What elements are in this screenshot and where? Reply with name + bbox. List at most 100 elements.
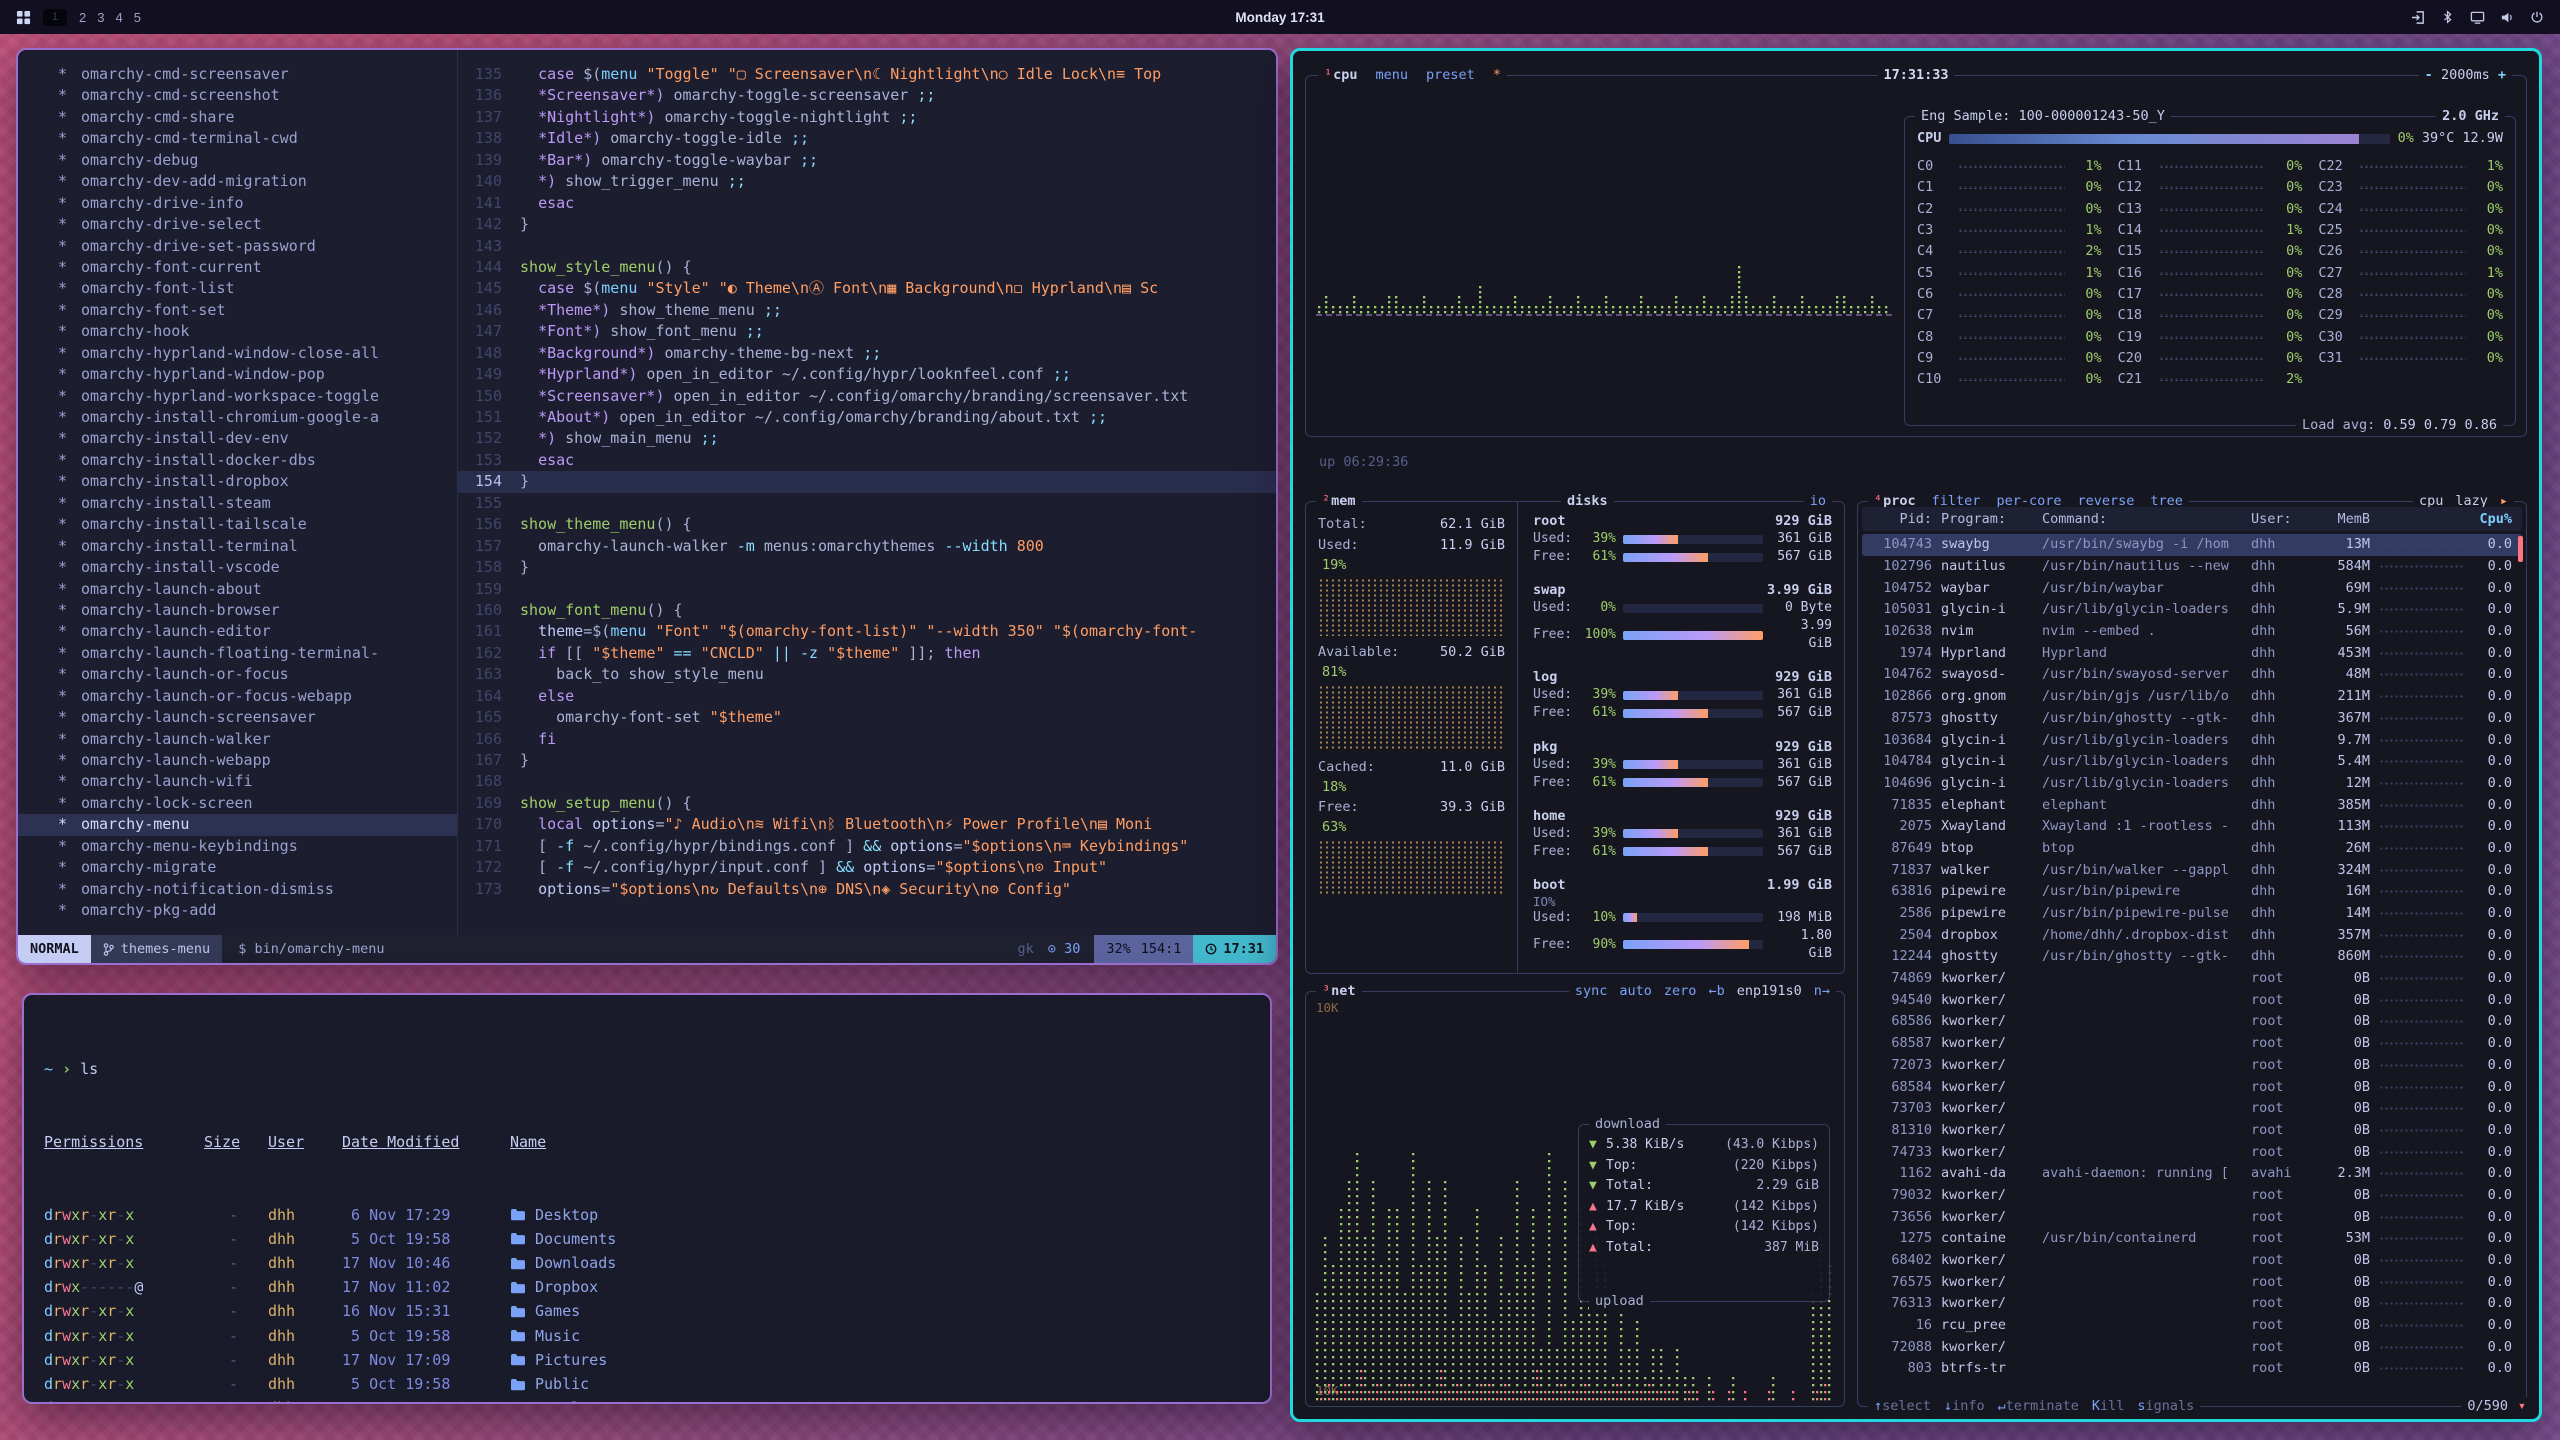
launcher-icon[interactable] [16, 10, 31, 25]
file-item[interactable]: *omarchy-menu-keybindings [18, 836, 457, 857]
process-row[interactable]: 68587kworker/root0B0.0 [1862, 1033, 2522, 1055]
volume-icon[interactable] [2500, 10, 2515, 25]
code-line[interactable]: 156show_theme_menu() { [458, 514, 1276, 535]
file-item[interactable]: *omarchy-launch-about [18, 579, 457, 600]
process-row[interactable]: 2075XwaylandXwayland :1 -rootless -dhh11… [1862, 816, 2522, 838]
file-item[interactable]: *omarchy-install-terminal [18, 536, 457, 557]
file-item[interactable]: *omarchy-dev-add-migration [18, 171, 457, 192]
file-item[interactable]: *omarchy-hyprland-window-close-all [18, 343, 457, 364]
process-row[interactable]: 68584kworker/root0B0.0 [1862, 1076, 2522, 1098]
code-line[interactable]: 164 else [458, 686, 1276, 707]
footer-hint[interactable]: ↵terminate [1998, 1397, 2079, 1416]
filename-cell[interactable]: Music [510, 1324, 1250, 1348]
process-row[interactable]: 72073kworker/root0B0.0 [1862, 1055, 2522, 1077]
workspace-number[interactable]: 2 [79, 10, 86, 25]
process-row[interactable]: 76313kworker/root0B0.0 [1862, 1293, 2522, 1315]
file-item[interactable]: *omarchy-notification-dismiss [18, 879, 457, 900]
process-row[interactable]: 94540kworker/root0B0.0 [1862, 989, 2522, 1011]
code-line[interactable]: 169show_setup_menu() { [458, 793, 1276, 814]
scrollbar-thumb[interactable] [2518, 536, 2523, 562]
file-item[interactable]: *omarchy-migrate [18, 857, 457, 878]
code-line[interactable]: 160show_font_menu() { [458, 600, 1276, 621]
interval-decrease[interactable]: - [2425, 67, 2433, 83]
workspace-number[interactable]: 5 [134, 10, 141, 25]
code-line[interactable]: 138 *Idle*) omarchy-toggle-idle ;; [458, 128, 1276, 149]
code-line[interactable]: 147 *Font*) show_font_menu ;; [458, 321, 1276, 342]
file-item[interactable]: *omarchy-lock-screen [18, 793, 457, 814]
col-memb[interactable]: MemB [2314, 510, 2370, 529]
process-row[interactable]: 102796nautilus/usr/bin/nautilus --newdhh… [1862, 556, 2522, 578]
file-item[interactable]: *omarchy-launch-browser [18, 600, 457, 621]
menu-button[interactable]: menu [1376, 66, 1409, 85]
scroll-down-icon[interactable]: ▾ [2514, 1397, 2530, 1416]
code-line[interactable]: 144show_style_menu() { [458, 257, 1276, 278]
file-item[interactable]: *omarchy-install-docker-dbs [18, 450, 457, 471]
terminal-window[interactable]: ~ › ls PermissionsSizeUserDate ModifiedN… [22, 993, 1272, 1404]
net-button[interactable]: enp191s0 [1737, 982, 1802, 1001]
process-row[interactable]: 103684glycin-i/usr/lib/glycin-loadersdhh… [1862, 729, 2522, 751]
file-item[interactable]: *omarchy-debug [18, 150, 457, 171]
code-line[interactable]: 154} [458, 471, 1276, 492]
file-item[interactable]: *omarchy-font-current [18, 257, 457, 278]
process-row[interactable]: 72088kworker/root0B0.0 [1862, 1336, 2522, 1358]
col-pid[interactable]: Pid: [1872, 510, 1932, 529]
file-item[interactable]: *omarchy-launch-wifi [18, 771, 457, 792]
process-row[interactable]: 102638nvimnvim --embed .dhh56M0.0 [1862, 621, 2522, 643]
file-item[interactable]: *omarchy-install-steam [18, 493, 457, 514]
file-item[interactable]: *omarchy-launch-walker [18, 729, 457, 750]
process-row[interactable]: 71837walker/usr/bin/walker --gappldhh324… [1862, 859, 2522, 881]
process-row[interactable]: 1974HyprlandHyprlanddhh453M0.0 [1862, 642, 2522, 664]
code-line[interactable]: 158} [458, 557, 1276, 578]
process-row[interactable]: 74869kworker/root0B0.0 [1862, 968, 2522, 990]
process-row[interactable]: 74733kworker/root0B0.0 [1862, 1141, 2522, 1163]
code-line[interactable]: 137 *Nightlight*) omarchy-toggle-nightli… [458, 107, 1276, 128]
code-line[interactable]: 148 *Background*) omarchy-theme-bg-next … [458, 343, 1276, 364]
filename-cell[interactable]: Public [510, 1372, 1250, 1396]
code-line[interactable]: 151 *About*) open_in_editor ~/.config/om… [458, 407, 1276, 428]
filename-cell[interactable]: Downloads [510, 1251, 1250, 1275]
code-line[interactable]: 162 if [[ "$theme" == "CNCLD" || -z "$th… [458, 643, 1276, 664]
file-item[interactable]: *omarchy-cmd-screenshot [18, 85, 457, 106]
code-line[interactable]: 166 fi [458, 729, 1276, 750]
col-command[interactable]: Command: [2042, 510, 2242, 529]
process-row[interactable]: 87573ghostty/usr/bin/ghostty --gtk-dhh36… [1862, 708, 2522, 730]
bluetooth-icon[interactable] [2441, 10, 2455, 24]
filename-cell[interactable]: Documents [510, 1227, 1250, 1251]
file-item[interactable]: *omarchy-launch-or-focus-webapp [18, 686, 457, 707]
code-line[interactable]: 157 omarchy-launch-walker -m menus:omarc… [458, 536, 1276, 557]
code-line[interactable]: 152 *) show_main_menu ;; [458, 428, 1276, 449]
code-line[interactable]: 136 *Screensaver*) omarchy-toggle-screen… [458, 85, 1276, 106]
code-line[interactable]: 171 [ -f ~/.config/hypr/bindings.conf ] … [458, 836, 1276, 857]
net-button[interactable]: auto [1619, 982, 1652, 1001]
interval-increase[interactable]: + [2498, 67, 2506, 83]
process-row[interactable]: 16rcu_preeroot0B0.0 [1862, 1315, 2522, 1337]
code-line[interactable]: 150 *Screensaver*) open_in_editor ~/.con… [458, 386, 1276, 407]
workspace-numbers[interactable]: 2345 [79, 10, 152, 25]
workspace-switcher[interactable]: 1 2345 [16, 9, 152, 26]
file-item[interactable]: *omarchy-install-dev-env [18, 428, 457, 449]
file-item[interactable]: *omarchy-drive-set-password [18, 236, 457, 257]
logout-icon[interactable] [2411, 10, 2426, 25]
file-item[interactable]: *omarchy-launch-webapp [18, 750, 457, 771]
process-row[interactable]: 76575kworker/root0B0.0 [1862, 1271, 2522, 1293]
filename-cell[interactable]: Desktop [510, 1203, 1250, 1227]
process-row[interactable]: 68586kworker/root0B0.0 [1862, 1011, 2522, 1033]
code-line[interactable]: 173 options="$options\n↻ Defaults\n⊕ DNS… [458, 879, 1276, 900]
code-line[interactable]: 146 *Theme*) show_theme_menu ;; [458, 300, 1276, 321]
net-button[interactable]: sync [1575, 982, 1608, 1001]
process-row[interactable]: 1275containe/usr/bin/containerdroot53M0.… [1862, 1228, 2522, 1250]
code-line[interactable]: 168 [458, 771, 1276, 792]
workspace-number[interactable]: 3 [97, 10, 104, 25]
file-item[interactable]: *omarchy-cmd-terminal-cwd [18, 128, 457, 149]
file-item[interactable]: *omarchy-hyprland-workspace-toggle [18, 386, 457, 407]
footer-hint[interactable]: Kill [2092, 1397, 2125, 1416]
code-line[interactable]: 139 *Bar*) omarchy-toggle-waybar ;; [458, 150, 1276, 171]
code-line[interactable]: 172 [ -f ~/.config/hypr/input.conf ] && … [458, 857, 1276, 878]
code-line[interactable]: 170 local options="♪ Audio\n≋ Wifi\nᛒ Bl… [458, 814, 1276, 835]
file-item[interactable]: *omarchy-install-dropbox [18, 471, 457, 492]
process-row[interactable]: 104743swaybg/usr/bin/swaybg -i /homdhh13… [1862, 534, 2522, 556]
net-button[interactable]: ←b [1708, 982, 1724, 1001]
code-line[interactable]: 140 *) show_trigger_menu ;; [458, 171, 1276, 192]
code-line[interactable]: 141 esac [458, 193, 1276, 214]
process-row[interactable]: 2586pipewire/usr/bin/pipewire-pulsedhh14… [1862, 903, 2522, 925]
